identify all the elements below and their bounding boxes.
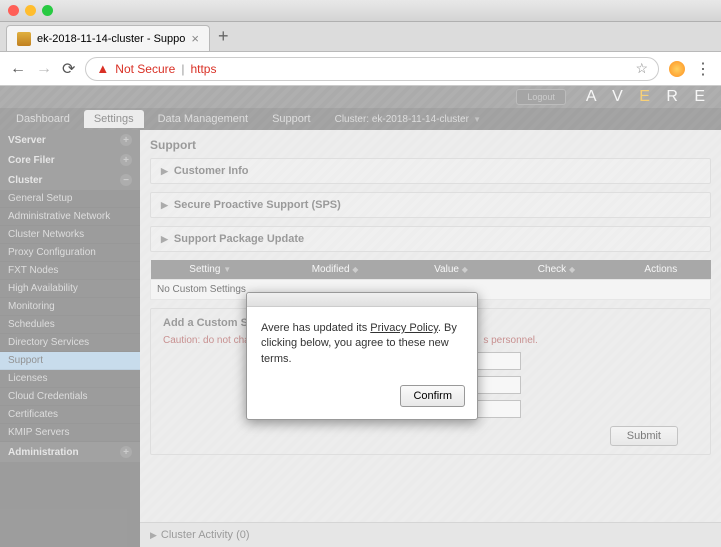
address-bar[interactable]: ▲ Not Secure | https ☆ xyxy=(85,57,659,81)
browser-menu-icon[interactable]: ⋮ xyxy=(695,59,711,79)
back-button[interactable]: ← xyxy=(10,60,26,78)
app-root: Logout A V E R E Dashboard Settings Data… xyxy=(0,86,721,547)
extension-icon[interactable] xyxy=(669,61,685,77)
close-window-button[interactable] xyxy=(8,5,19,16)
tab-title: ek-2018-11-14-cluster - Suppo xyxy=(37,33,185,45)
browser-toolbar: ← → ⟳ ▲ Not Secure | https ☆ ⋮ xyxy=(0,52,721,86)
browser-tab-strip: ek-2018-11-14-cluster - Suppo × + xyxy=(0,22,721,52)
privacy-policy-link[interactable]: Privacy Policy xyxy=(370,322,438,334)
bookmark-icon[interactable]: ☆ xyxy=(635,60,648,77)
window-titlebar xyxy=(0,0,721,22)
minimize-window-button[interactable] xyxy=(25,5,36,16)
new-tab-button[interactable]: + xyxy=(218,26,229,51)
favicon-icon xyxy=(17,32,31,46)
confirm-button[interactable]: Confirm xyxy=(400,385,465,407)
modal-titlebar[interactable] xyxy=(247,293,477,307)
not-secure-label: Not Secure xyxy=(115,62,175,76)
privacy-policy-modal: Avere has updated its Privacy Policy. By… xyxy=(246,292,478,420)
close-tab-icon[interactable]: × xyxy=(191,31,199,46)
reload-button[interactable]: ⟳ xyxy=(62,59,75,79)
maximize-window-button[interactable] xyxy=(42,5,53,16)
browser-tab[interactable]: ek-2018-11-14-cluster - Suppo × xyxy=(6,25,210,51)
warning-icon: ▲ xyxy=(96,61,109,76)
forward-button[interactable]: → xyxy=(36,60,52,78)
url-scheme: https xyxy=(190,62,216,76)
modal-body: Avere has updated its Privacy Policy. By… xyxy=(247,307,477,377)
